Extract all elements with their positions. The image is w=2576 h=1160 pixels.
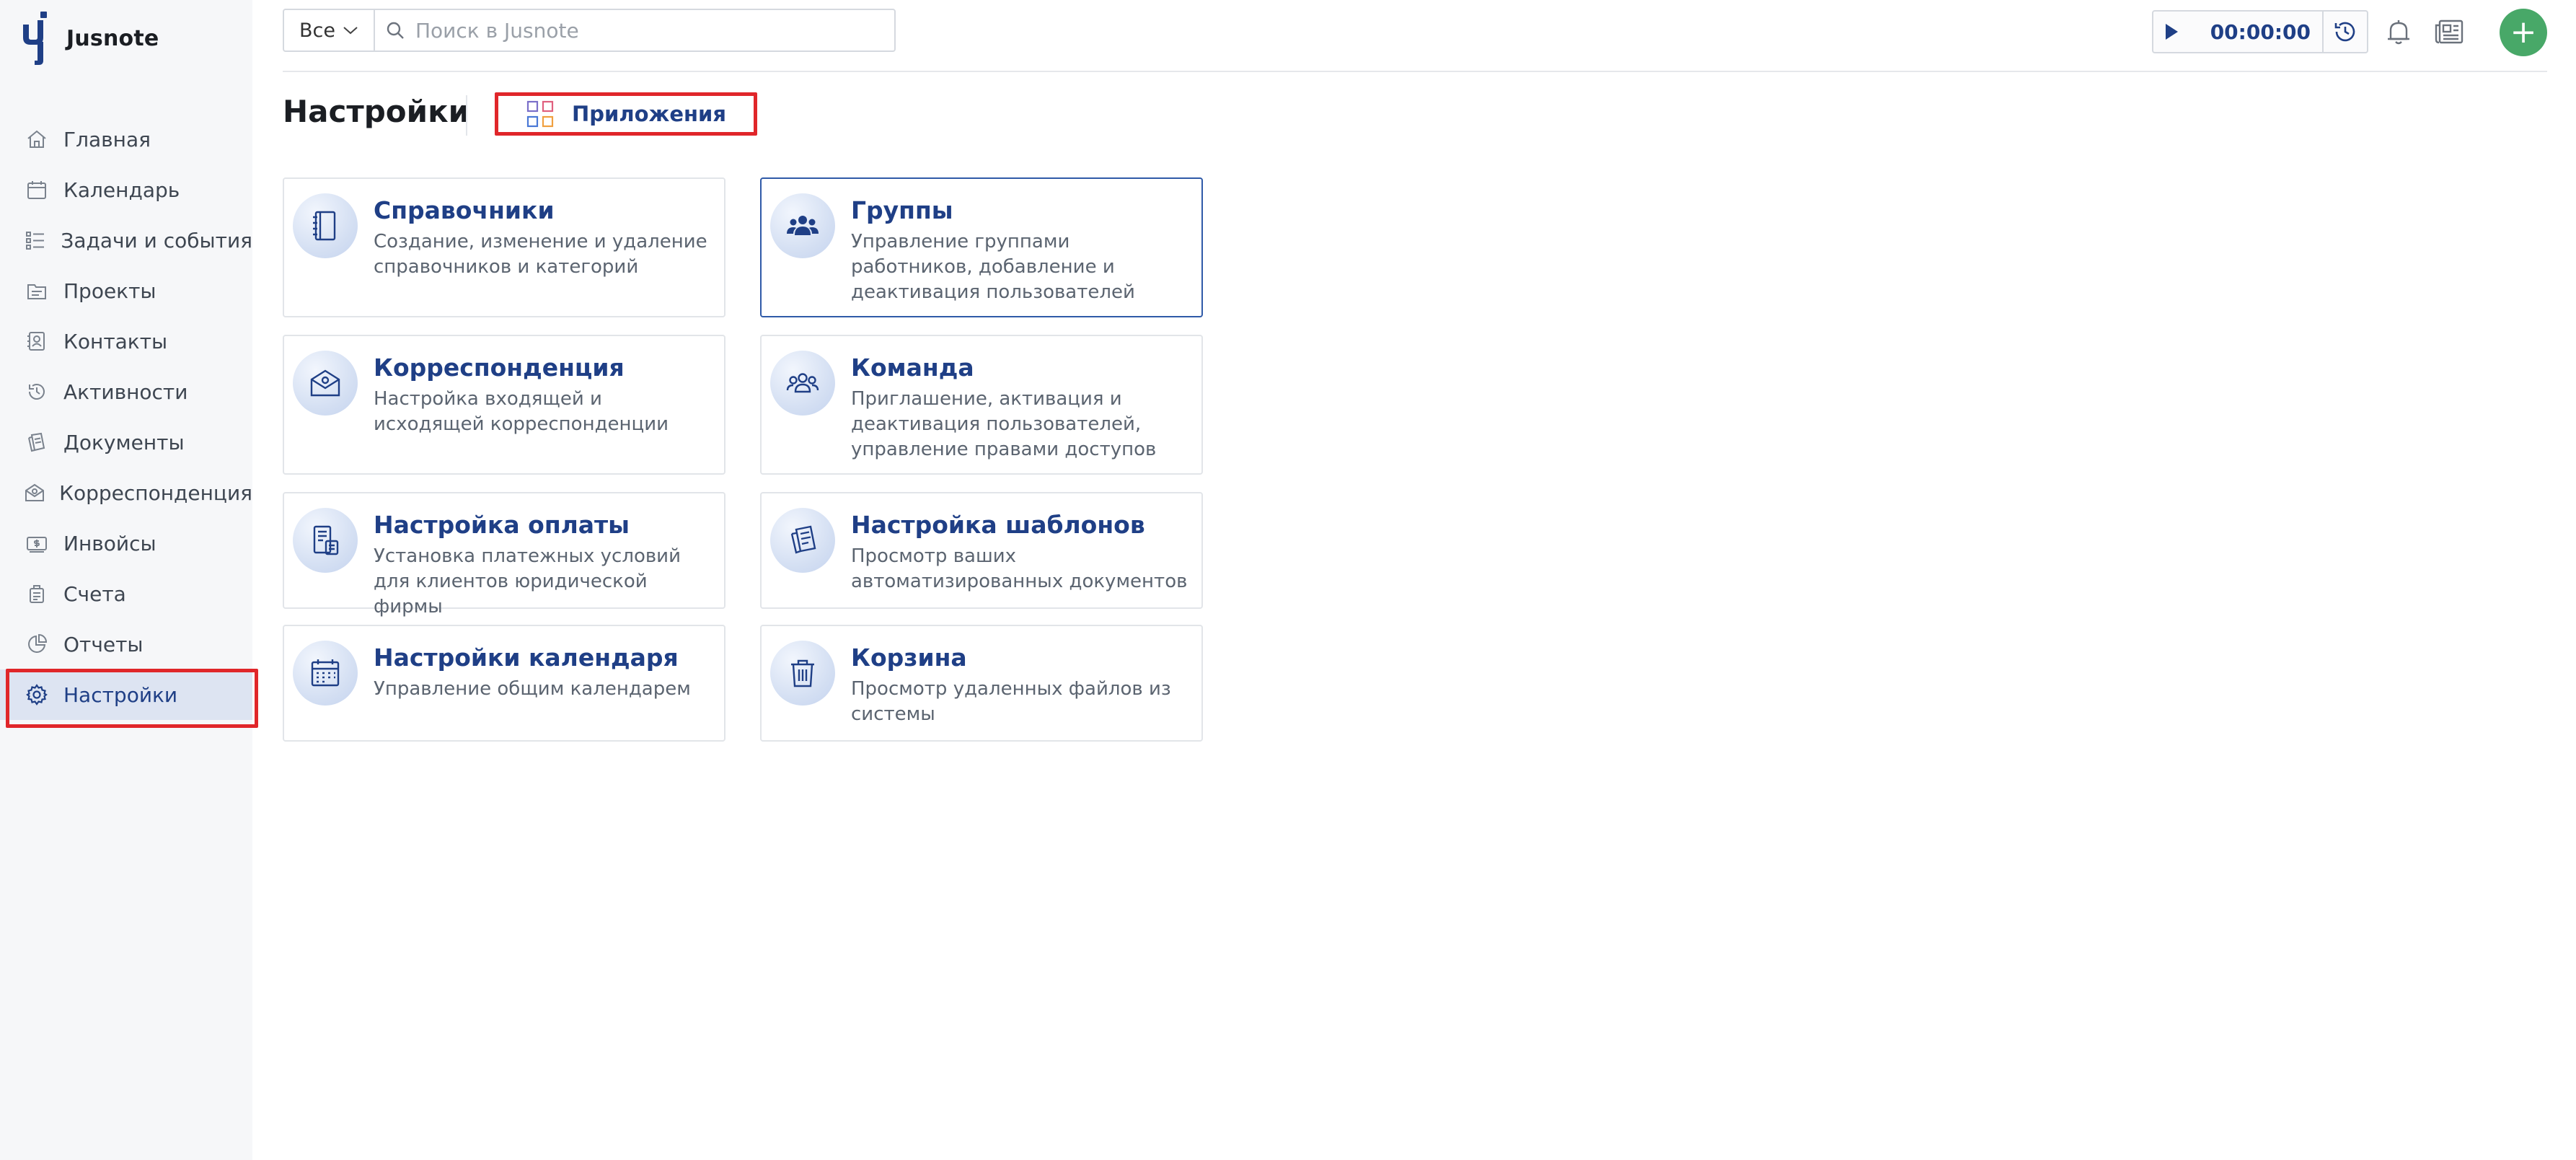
search-scope-select[interactable]: Все [284, 10, 375, 50]
bills-icon [23, 580, 50, 607]
add-button[interactable]: + [2500, 9, 2547, 56]
card-description: Управление общим календарем [374, 678, 691, 700]
sidebar-item-calendar[interactable]: Календарь [0, 164, 252, 215]
sidebar-item-bills[interactable]: Счета [0, 568, 252, 619]
search-field[interactable] [375, 10, 894, 50]
sidebar-item-label: Корреспонденция [59, 480, 252, 505]
card-description: Управление группами работников, добавлен… [851, 231, 1135, 303]
sidebar-item-label: Активности [63, 379, 188, 404]
settings-card-directories[interactable]: Справочники Создание, изменение и удален… [283, 177, 725, 317]
card-title: Корреспонденция [374, 353, 625, 382]
timer-start-button[interactable] [2153, 22, 2189, 41]
invoice-icon [23, 530, 50, 557]
timer-value: 00:00:00 [2210, 19, 2311, 44]
correspondence-icon [23, 479, 46, 506]
card-description: Приглашение, активация и деактивация пол… [851, 388, 1157, 460]
notebook-icon [293, 193, 358, 258]
card-title: Настройки календаря [374, 643, 679, 672]
top-divider [283, 71, 2547, 72]
sidebar-item-tasks[interactable]: Задачи и события [0, 215, 252, 265]
search-scope-value: Все [299, 19, 335, 42]
settings-card-payment[interactable]: Настройка оплаты Установка платежных усл… [283, 492, 725, 618]
sidebar-item-label: Инвойсы [63, 531, 156, 555]
templates-icon [770, 508, 835, 573]
sidebar-item-label: Документы [63, 430, 185, 454]
settings-card-groups[interactable]: Группы Управление группами работников, д… [760, 177, 1203, 317]
projects-icon [23, 277, 50, 304]
card-description: Создание, изменение и удаление справочни… [374, 231, 707, 278]
home-icon [23, 126, 50, 153]
settings-icon [23, 681, 50, 708]
sidebar-item-home[interactable]: Главная [0, 114, 252, 164]
documents-icon [23, 429, 50, 456]
card-title: Настройка шаблонов [851, 511, 1145, 539]
app-logo[interactable]: Jusnote [20, 10, 159, 66]
title-divider [466, 95, 467, 136]
settings-card-templates[interactable]: Настройка шаблонов Просмотр ваших автома… [760, 492, 1203, 609]
card-title: Справочники [374, 196, 555, 224]
sidebar-item-activity[interactable]: Активности [0, 366, 252, 417]
sidebar-item-settings[interactable]: Настройки [0, 669, 258, 728]
sidebar-item-documents[interactable]: Документы [0, 417, 252, 467]
settings-card-calendar[interactable]: Настройки календаря Управление общим кал… [283, 625, 725, 742]
sidebar-item-label: Счета [63, 581, 126, 606]
tab-applications-label: Приложения [571, 102, 727, 126]
mail-icon [293, 351, 358, 416]
card-description: Просмотр ваших автоматизированных докуме… [851, 545, 1188, 592]
card-title: Корзина [851, 643, 967, 672]
settings-card-trash[interactable]: Корзина Просмотр удаленных файлов из сис… [760, 625, 1203, 742]
search-input[interactable] [415, 18, 877, 43]
tasks-icon [23, 227, 48, 254]
sidebar-item-label: Задачи и события [61, 228, 252, 252]
card-description: Просмотр удаленных файлов из системы [851, 678, 1171, 725]
sidebar-item-label: Проекты [63, 278, 156, 303]
sidebar-item-reports[interactable]: Отчеты [0, 619, 252, 669]
calendar-settings-icon [293, 641, 358, 706]
card-title: Команда [851, 353, 974, 382]
newspaper-icon [2435, 19, 2463, 44]
trash-icon [770, 641, 835, 706]
search-icon [387, 22, 404, 39]
calendar-icon [23, 176, 50, 203]
settings-card-team[interactable]: Команда Приглашение, активация и деактив… [760, 335, 1203, 475]
notifications-button[interactable] [2383, 16, 2414, 48]
sidebar-item-invoices[interactable]: Инвойсы [0, 518, 252, 568]
sidebar-item-correspondence[interactable]: Корреспонденция [0, 467, 252, 518]
sidebar: Jusnote Главная Календарь Задачи и событ… [0, 0, 258, 1160]
group-icon [770, 193, 835, 258]
app-name: Jusnote [66, 25, 159, 51]
card-title: Группы [851, 196, 953, 224]
page-title: Настройки [283, 94, 470, 129]
sidebar-nav: Главная Календарь Задачи и события Проек… [0, 114, 258, 728]
clock-history-icon [2334, 22, 2355, 42]
payment-icon [293, 508, 358, 573]
global-search: Все [283, 9, 896, 52]
sidebar-item-label: Контакты [63, 329, 168, 353]
apps-grid-icon [526, 100, 554, 128]
card-title: Настройка оплаты [374, 511, 630, 539]
time-tracker: 00:00:00 [2152, 10, 2368, 53]
top-bar: Все 00:00:00 + [283, 9, 2547, 56]
play-icon [2166, 24, 2178, 40]
team-icon [770, 351, 835, 416]
contacts-icon [23, 328, 50, 355]
chevron-down-icon [343, 27, 358, 35]
settings-card-correspondence[interactable]: Корреспонденция Настройка входящей и исх… [283, 335, 725, 475]
timer-history-button[interactable] [2322, 12, 2367, 52]
tab-applications[interactable]: Приложения [495, 92, 757, 136]
card-description: Настройка входящей и исходящей корреспон… [374, 388, 669, 435]
sidebar-item-label: Главная [63, 127, 151, 151]
card-description: Установка платежных условий для клиентов… [374, 545, 681, 618]
reports-icon [23, 630, 50, 658]
bell-icon [2388, 20, 2409, 45]
sidebar-item-label: Отчеты [63, 632, 144, 656]
activity-icon [23, 378, 50, 405]
sidebar-item-projects[interactable]: Проекты [0, 265, 252, 316]
news-button[interactable] [2433, 16, 2465, 48]
sidebar-item-label: Настройки [63, 682, 178, 707]
sidebar-item-label: Календарь [63, 177, 180, 202]
sidebar-item-contacts[interactable]: Контакты [0, 316, 252, 366]
jusnote-logo-icon [23, 12, 47, 65]
